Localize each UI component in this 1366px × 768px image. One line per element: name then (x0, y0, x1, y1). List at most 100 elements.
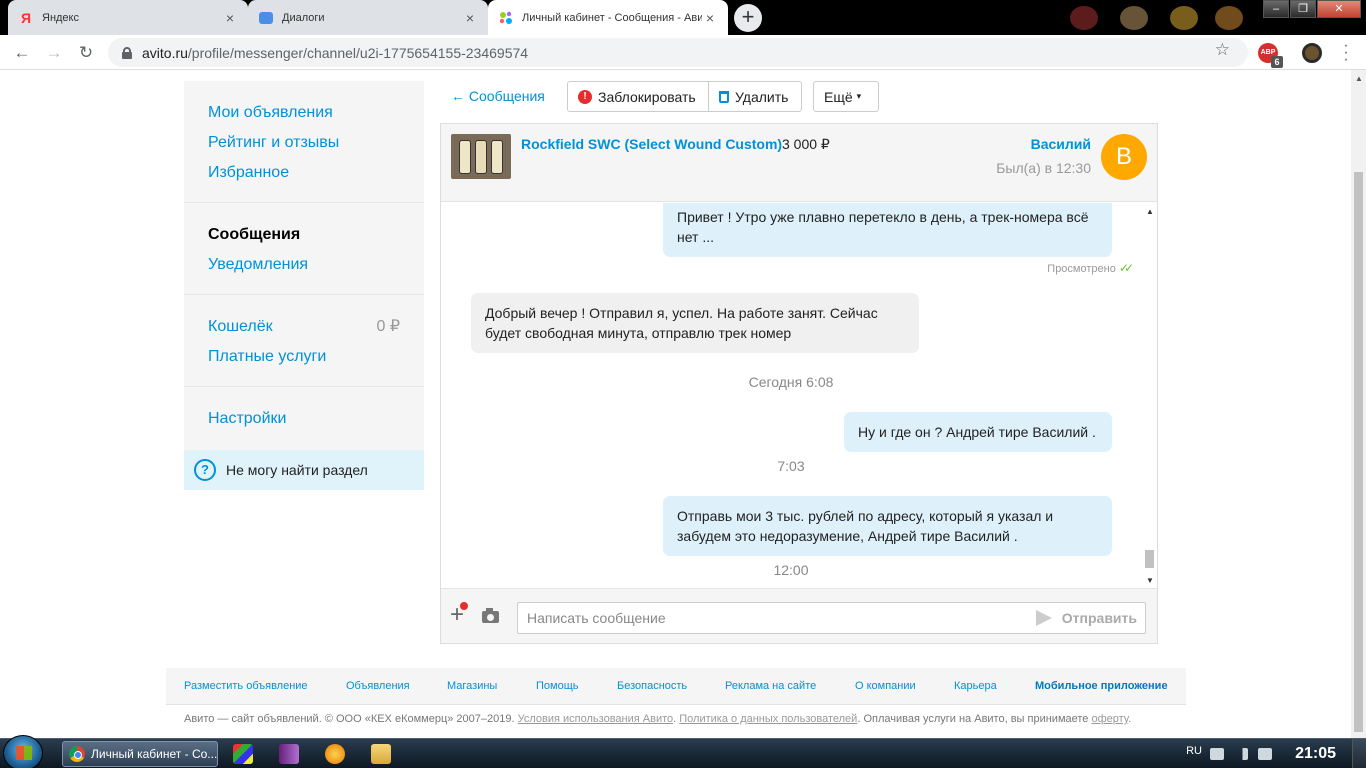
media-app-icon[interactable] (325, 744, 345, 764)
browser-menu-icon[interactable]: · · · (1336, 38, 1356, 68)
tab-yandex[interactable]: Я Яндекс × (8, 0, 248, 35)
back-arrow-icon[interactable]: ← (10, 41, 34, 65)
terms-link[interactable]: Условия использования Авито (518, 713, 674, 725)
message-bubble-incoming: Добрый вечер ! Отправил я, успел. На раб… (471, 293, 919, 353)
extension-icon[interactable] (1302, 43, 1322, 63)
product-thumbnail[interactable] (451, 134, 511, 179)
sidebar-item-settings[interactable]: Настройки (208, 406, 424, 436)
attach-plus-button[interactable]: + (450, 602, 469, 627)
user-name-link[interactable]: Василий (1031, 136, 1091, 152)
chrome-icon (69, 746, 85, 762)
tray-app-icon[interactable] (1210, 748, 1224, 760)
footer-link-advertising[interactable]: Реклама на сайте (725, 680, 816, 692)
sidebar-item-messages[interactable]: Сообщения (208, 222, 424, 252)
wallpaper-decoration (1070, 6, 1098, 30)
sidebar-item-paid-services[interactable]: Платные услуги (208, 344, 424, 374)
forward-arrow-icon[interactable]: → (42, 41, 66, 65)
avatar[interactable]: В (1101, 134, 1147, 180)
user-last-seen: Был(а) в 12:30 (996, 160, 1091, 176)
page-scrollbar[interactable]: ▲ (1351, 70, 1366, 738)
browser-toolbar: ← → ↻ avito.ru/profile/messenger/channel… (0, 35, 1366, 70)
send-button[interactable]: Отправить (1035, 602, 1137, 634)
tab-title: Диалоги (282, 11, 325, 24)
footer-link-shops[interactable]: Магазины (447, 680, 497, 692)
footer-link-security[interactable]: Безопасность (617, 680, 687, 692)
taskbar-chrome-window[interactable]: Личный кабинет - Со... (62, 741, 218, 767)
chat-bubble-icon (258, 10, 274, 26)
chat-scrollbar-thumb[interactable] (1145, 550, 1154, 568)
product-name-link[interactable]: Rockfield SWC (Select Wound Custom) (521, 136, 782, 152)
message-bubble-outgoing: Привет ! Утро уже плавно перетекло в ден… (663, 203, 1112, 257)
camera-icon[interactable] (482, 608, 499, 623)
seen-label: Просмотрено (1047, 263, 1116, 275)
product-price: 3 000 ₽ (782, 136, 830, 152)
footer-link-post-ad[interactable]: Разместить объявление (184, 680, 308, 692)
back-to-messages-link[interactable]: ← Сообщения (451, 88, 545, 104)
scroll-up-icon[interactable]: ▲ (1146, 207, 1154, 216)
network-signal-icon[interactable] (1234, 748, 1248, 760)
message-bubble-outgoing: Отправь мои 3 тыс. рублей по адресу, кот… (663, 496, 1112, 556)
clock[interactable]: 21:05 (1295, 745, 1336, 763)
sidebar-group-wallet: Кошелёк 0 ₽ Платные услуги (184, 295, 424, 387)
maximize-button[interactable]: ❐ (1290, 0, 1316, 18)
block-button[interactable]: ! Заблокировать (567, 81, 709, 112)
url-path: /profile/messenger/channel/u2i-177565415… (187, 44, 529, 61)
address-bar[interactable]: avito.ru/profile/messenger/channel/u2i-1… (108, 38, 1248, 67)
sidebar-item-wallet[interactable]: Кошелёк 0 ₽ (208, 314, 424, 344)
footer-link-listings[interactable]: Объявления (346, 680, 410, 692)
footer-link-help[interactable]: Помощь (536, 680, 579, 692)
more-dropdown-button[interactable]: Ещё ▾ (813, 81, 879, 112)
minimize-button[interactable]: – (1263, 0, 1289, 18)
delete-button[interactable]: Удалить (708, 81, 802, 112)
visual-studio-icon[interactable] (279, 744, 299, 764)
page-scrollbar-thumb[interactable] (1354, 172, 1363, 732)
message-bubble-outgoing: Ну и где он ? Андрей тире Василий . (844, 412, 1112, 452)
block-icon: ! (578, 89, 592, 104)
paint-app-icon[interactable] (233, 744, 253, 764)
adblock-extension-icon[interactable]: ABP 6 (1258, 43, 1283, 68)
help-section-link[interactable]: ? Не могу найти раздел (184, 450, 424, 490)
sidebar-item-ratings[interactable]: Рейтинг и отзывы (208, 130, 424, 160)
message-status: Просмотрено ✓✓ (1047, 261, 1134, 275)
pickup-image (491, 140, 503, 174)
reload-icon[interactable]: ↻ (74, 41, 98, 65)
url-domain: avito.ru (142, 44, 188, 61)
taskbar-task-title: Личный кабинет - Со... (91, 747, 218, 761)
sidebar-item-my-listings[interactable]: Мои объявления (208, 100, 424, 130)
sidebar-group-settings: Настройки (184, 387, 424, 450)
sidebar-item-favorites[interactable]: Избранное (208, 160, 424, 190)
footer-link-about[interactable]: О компании (855, 680, 916, 692)
footer-link-careers[interactable]: Карьера (954, 680, 997, 692)
volume-icon[interactable] (1258, 748, 1272, 760)
close-tab-icon[interactable]: × (222, 10, 238, 26)
tab-dialogs[interactable]: Диалоги × (248, 0, 488, 35)
footer-link-mobile-app[interactable]: Мобильное приложение (1035, 680, 1168, 692)
close-tab-icon[interactable]: × (462, 10, 478, 26)
window-close-button[interactable]: ✕ (1317, 0, 1361, 18)
scroll-up-icon[interactable]: ▲ (1355, 74, 1363, 83)
chat-scrollbar[interactable]: ▲ ▼ (1142, 203, 1157, 588)
sidebar-group-messages: Сообщения Уведомления (184, 203, 424, 295)
privacy-link[interactable]: Политика о данных пользователей (679, 713, 857, 725)
sidebar-group-listings: Мои объявления Рейтинг и отзывы Избранно… (184, 81, 424, 203)
start-button[interactable] (3, 735, 43, 768)
scroll-down-icon[interactable]: ▼ (1146, 576, 1154, 585)
bookmark-star-icon[interactable]: ☆ (1215, 40, 1230, 60)
offer-link[interactable]: оферту (1091, 713, 1128, 725)
show-desktop-button[interactable] (1352, 739, 1366, 768)
message-composer: + Отправить (441, 588, 1157, 643)
sidebar-item-notifications[interactable]: Уведомления (208, 252, 424, 282)
pickup-image (459, 140, 471, 174)
message-list[interactable]: Привет ! Утро уже плавно перетекло в ден… (441, 203, 1157, 588)
close-tab-icon[interactable]: × (702, 10, 718, 26)
wallet-label: Кошелёк (208, 318, 273, 335)
delete-label: Удалить (735, 88, 789, 105)
tab-avito-messages[interactable]: Личный кабинет - Сообщения - Ави × (488, 0, 728, 35)
folder-icon[interactable] (371, 744, 391, 764)
language-indicator[interactable]: RU (1186, 745, 1202, 757)
question-icon: ? (194, 459, 216, 481)
trash-icon (719, 90, 729, 103)
yandex-icon: Я (20, 9, 32, 26)
new-tab-button[interactable]: + (734, 4, 762, 32)
browser-tab-strip: Я Яндекс × Диалоги × Личный кабинет - Со… (0, 0, 1366, 35)
